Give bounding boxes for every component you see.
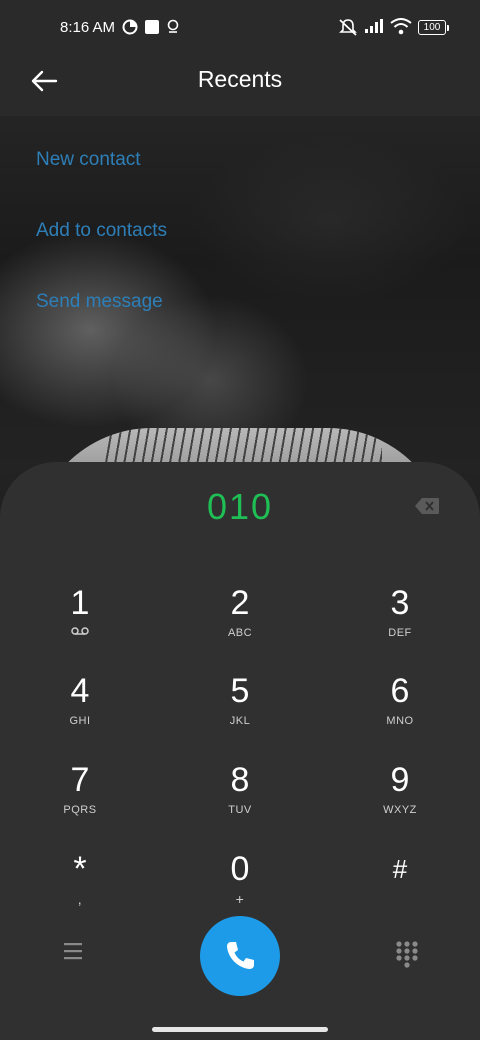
key-0[interactable]: 0 + — [180, 850, 300, 920]
key-4[interactable]: 4 GHI — [20, 672, 140, 742]
key-1[interactable]: 1 — [20, 584, 140, 654]
call-button[interactable] — [200, 916, 280, 996]
key-2[interactable]: 2 ABC — [180, 584, 300, 654]
key-digit: 0 — [230, 850, 250, 888]
status-time: 8:16 AM — [60, 19, 116, 36]
key-6[interactable]: 6 MNO — [340, 672, 460, 742]
key-digit: # — [392, 854, 408, 884]
status-bar: 8:16 AM 100 — [0, 16, 480, 40]
dialed-number: 010 — [206, 486, 274, 527]
key-letters: ABC — [227, 627, 253, 639]
key-9[interactable]: 9 WXYZ — [340, 761, 460, 831]
wifi-icon — [390, 18, 412, 39]
mute-icon — [338, 18, 358, 40]
key-3[interactable]: 3 DEF — [340, 584, 460, 654]
add-to-contacts-link[interactable]: Add to contacts — [36, 220, 167, 242]
new-contact-link[interactable]: New contact — [36, 149, 141, 171]
key-letters: WXYZ — [383, 804, 417, 816]
voicemail-icon — [20, 626, 140, 640]
key-letters: MNO — [386, 715, 414, 727]
signal-icon — [364, 18, 384, 38]
key-digit: 4 — [70, 672, 90, 710]
backspace-button[interactable] — [414, 497, 440, 515]
key-letters: + — [235, 891, 245, 907]
key-letters: JKL — [229, 715, 251, 727]
key-hash[interactable]: # — [340, 850, 460, 920]
key-letters: GHI — [69, 715, 91, 727]
key-letters: TUV — [228, 804, 252, 816]
key-letters: PQRS — [63, 804, 97, 816]
key-8[interactable]: 8 TUV — [180, 761, 300, 831]
dialpad-grid-icon — [396, 941, 418, 968]
home-indicator[interactable] — [152, 1027, 328, 1032]
key-7[interactable]: 7 PQRS — [20, 761, 140, 831]
send-message-link[interactable]: Send message — [36, 291, 163, 313]
key-5[interactable]: 5 JKL — [180, 672, 300, 742]
phone-icon — [227, 942, 254, 969]
menu-icon — [64, 943, 82, 960]
data-saver-icon — [122, 19, 138, 39]
location-pin-icon — [166, 19, 180, 39]
backspace-icon — [415, 498, 439, 514]
key-digit: 2 — [230, 584, 250, 622]
key-digit: 3 — [390, 584, 410, 622]
dialpad-toggle-button[interactable] — [396, 941, 418, 969]
key-letters: DEF — [388, 627, 412, 639]
key-digit: 9 — [390, 761, 410, 799]
key-digit: 5 — [230, 672, 250, 710]
key-digit: 8 — [230, 761, 250, 799]
square-notification-icon — [144, 19, 160, 39]
key-star[interactable]: * , — [20, 850, 140, 920]
page-title: Recents — [197, 66, 283, 92]
key-digit: * — [73, 850, 87, 888]
key-letters: , — [77, 891, 83, 907]
key-digit: 7 — [70, 761, 90, 799]
battery-icon: 100 — [418, 20, 449, 35]
key-digit: 1 — [70, 584, 90, 622]
key-digit: 6 — [390, 672, 410, 710]
menu-button[interactable] — [62, 942, 84, 960]
